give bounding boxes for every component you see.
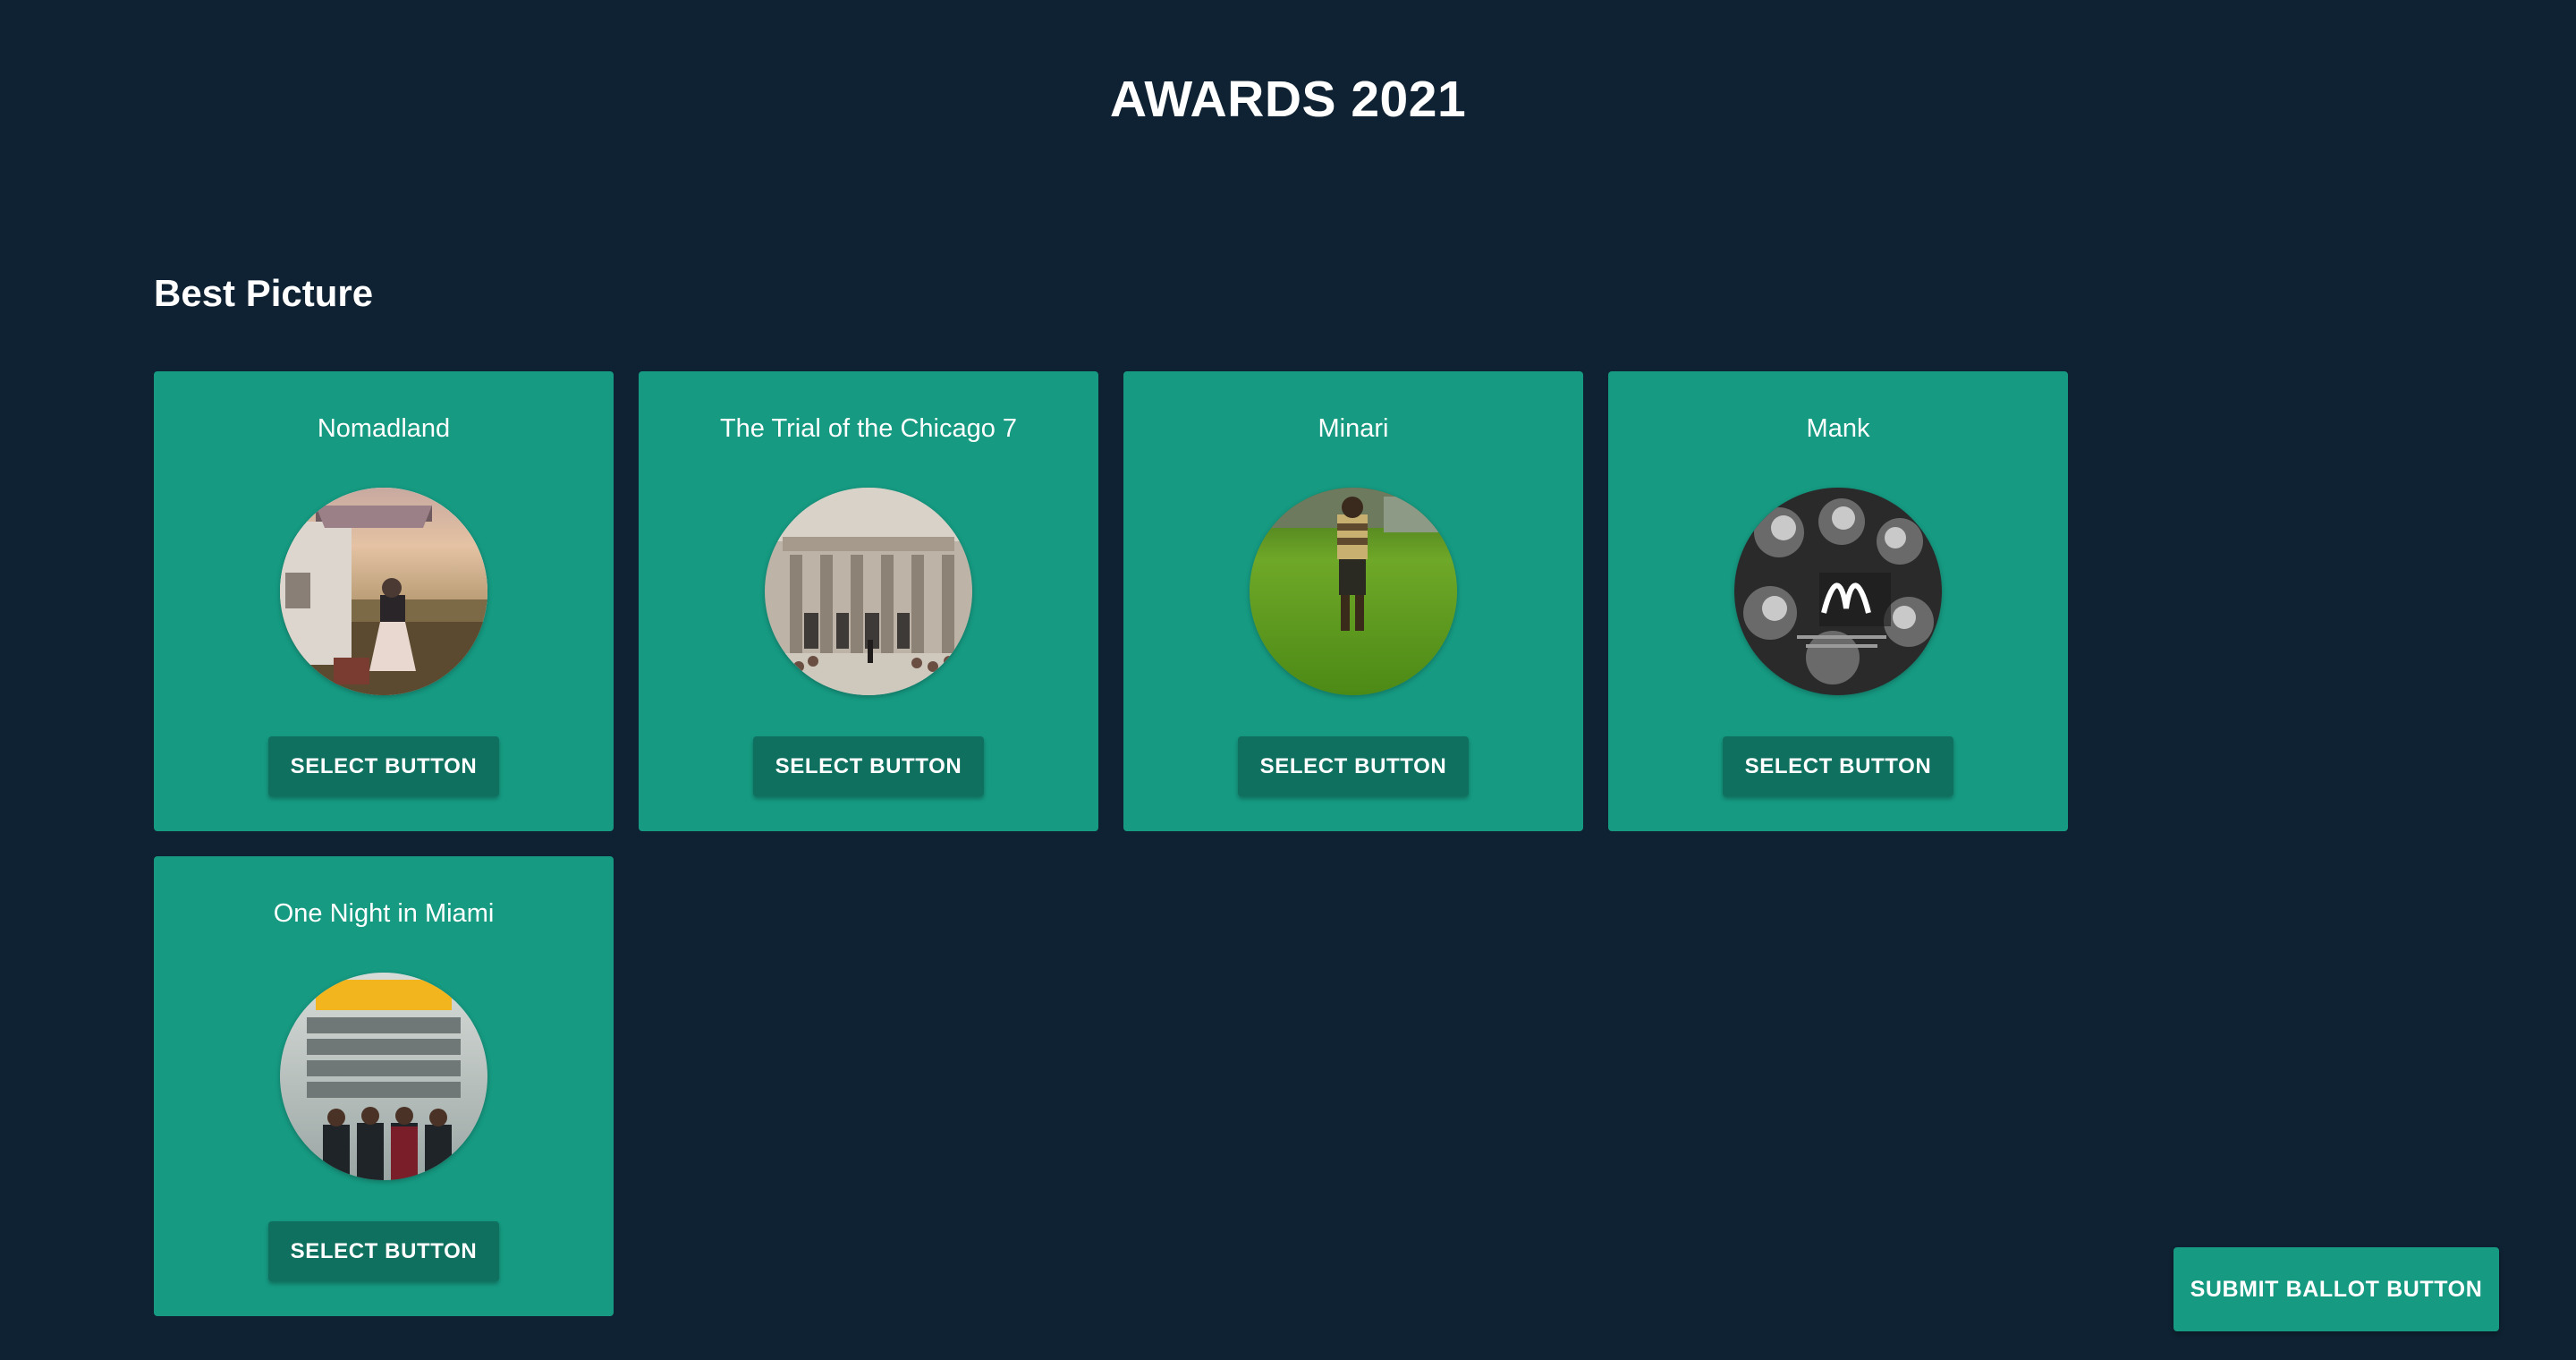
select-button[interactable]: SELECT BUTTON — [268, 736, 499, 796]
nomadland-poster-image — [280, 488, 487, 695]
trial-of-the-chicago-7-poster-image — [765, 488, 972, 695]
nominee-title: One Night in Miami — [273, 899, 495, 928]
nominee-title: Minari — [1318, 414, 1389, 443]
nominee-title: Mank — [1806, 414, 1870, 443]
nominee-card-mank: Mank SELECT BUTTON — [1608, 371, 2068, 831]
nominee-card-nomadland: Nomadland SELECT BUTTON — [154, 371, 614, 831]
mank-poster-image — [1734, 488, 1942, 695]
nominee-card-trial-of-the-chicago-7: The Trial of the Chicago 7 SELECT BUTTON — [639, 371, 1098, 831]
page-title: AWARDS 2021 — [1109, 71, 1467, 128]
nominee-card-minari: Minari SELECT BUTTON — [1123, 371, 1583, 831]
nominee-card-one-night-in-miami: One Night in Miami SELECT BUTTON — [154, 856, 614, 1316]
select-button[interactable]: SELECT BUTTON — [1238, 736, 1469, 796]
submit-ballot-button[interactable]: SUBMIT BALLOT BUTTON — [2174, 1247, 2499, 1331]
select-button[interactable]: SELECT BUTTON — [753, 736, 984, 796]
nominee-title: The Trial of the Chicago 7 — [719, 414, 1018, 443]
category-title: Best Picture — [154, 272, 374, 314]
one-night-in-miami-poster-image — [280, 973, 487, 1180]
nominee-grid: Nomadland SELECT BUTTON The Trial of the… — [154, 371, 2068, 1316]
select-button[interactable]: SELECT BUTTON — [1723, 736, 1953, 796]
select-button[interactable]: SELECT BUTTON — [268, 1221, 499, 1281]
minari-poster-image — [1250, 488, 1457, 695]
nominee-title: Nomadland — [317, 414, 451, 443]
